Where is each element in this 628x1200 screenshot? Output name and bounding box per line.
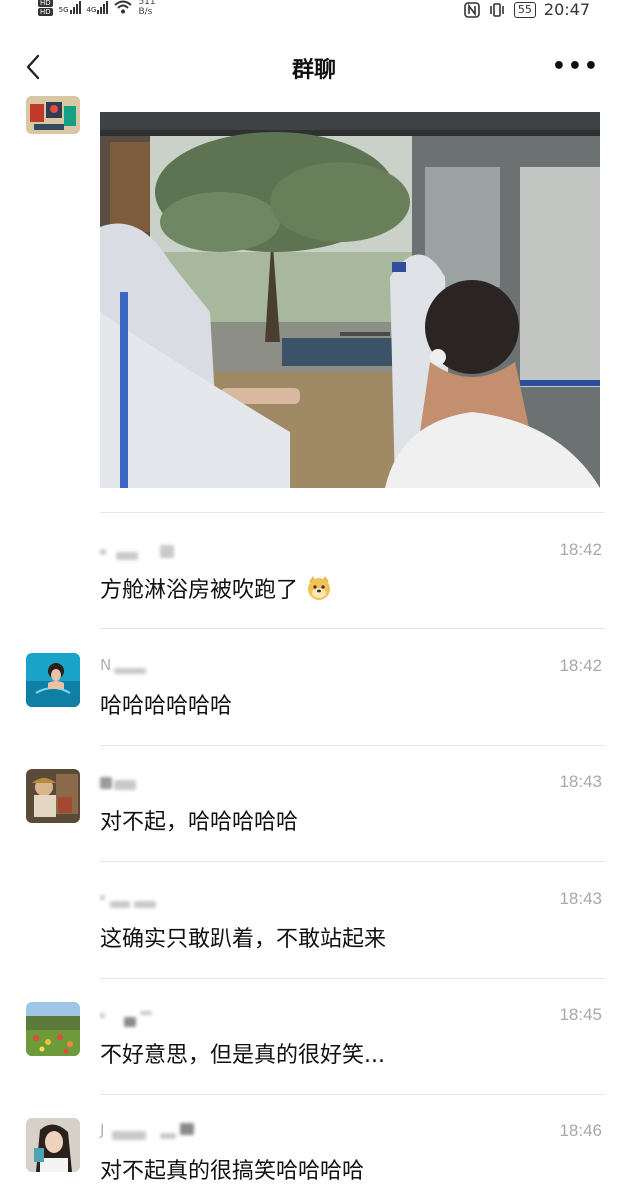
hd-icon: HD HD [38,0,53,16]
sender-name [100,1005,220,1027]
message-time: 18:43 [559,772,602,791]
avatar[interactable] [26,96,80,134]
battery-indicator: 55 [513,1,536,18]
vibrate-icon [490,2,504,17]
nfc-icon [464,1,480,18]
sender-name [100,889,220,911]
wifi-icon [114,0,133,14]
avatar[interactable] [26,653,80,707]
nav-bar: 群聊 ••• [0,40,628,96]
divider [100,628,605,629]
signal-4g-icon: 4G [87,0,109,14]
status-bar: HD HD 5G 4G 511 B/s 55 20:47 [0,0,628,26]
message-text: 这确实只敢趴着，不敢站起来 [100,927,387,952]
more-button[interactable]: ••• [552,54,600,79]
divider [100,861,605,862]
message-text: 哈哈哈哈哈哈 [100,694,233,719]
divider [100,1094,605,1095]
sender-name: J [100,1121,220,1143]
status-right: 55 20:47 [464,0,590,19]
network-speed: 511 B/s [138,0,156,17]
message-text: 不好意思，但是真的很好笑... [100,1043,385,1068]
sender-name: N [100,656,220,678]
avatar[interactable] [26,1002,80,1056]
divider [100,978,605,979]
avatar[interactable] [26,1118,80,1172]
avatar[interactable] [26,769,80,823]
message-time: 18:45 [559,1005,602,1024]
divider [100,512,605,513]
divider [100,745,605,746]
page-title: 群聊 [291,58,336,83]
image-message[interactable] [100,112,600,488]
clock: 20:47 [543,0,590,19]
sender-name [100,540,220,562]
message-text: 对不起真的很搞笑哈哈哈哈 [100,1159,365,1184]
message-text: 方舱淋浴房被吹跑了 [100,572,333,604]
signal-5g-icon: 5G [59,0,81,14]
message-time: 18:42 [559,540,602,559]
message-text: 对不起，哈哈哈哈哈 [100,810,299,835]
message-time: 18:46 [559,1121,602,1140]
message-time: 18:43 [559,889,602,908]
sender-name [100,772,220,794]
doge-emoji-icon [308,576,331,600]
message-time: 18:42 [559,656,602,675]
status-left: HD HD 5G 4G 511 B/s [38,0,156,17]
